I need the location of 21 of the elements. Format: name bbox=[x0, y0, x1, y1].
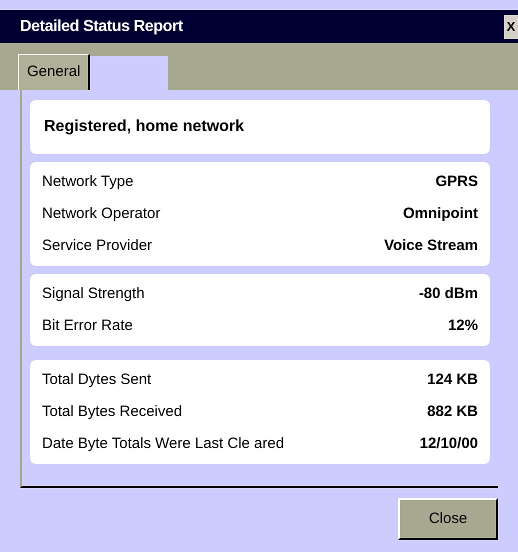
field-value: GPRS bbox=[435, 172, 478, 192]
field-value: 12/10/00 bbox=[420, 434, 478, 454]
field-label: Date Byte Totals Were Last Cle ared bbox=[42, 434, 284, 454]
field-value: 124 KB bbox=[427, 370, 478, 390]
field-value: Omnipoint bbox=[403, 204, 478, 224]
field-label: Bit Error Rate bbox=[42, 316, 133, 336]
field-value: 882 KB bbox=[427, 402, 478, 422]
field-label: Signal Strength bbox=[42, 284, 145, 304]
field-label: Total Dytes Sent bbox=[42, 370, 152, 390]
registration-status: Registered, home network bbox=[44, 117, 244, 137]
close-dialog-button[interactable]: Close bbox=[398, 498, 498, 540]
field-label: Service Provider bbox=[42, 236, 152, 256]
field-label: Total Bytes Received bbox=[42, 402, 182, 422]
field-value: -80 dBm bbox=[418, 284, 478, 304]
title-close-button[interactable]: X bbox=[504, 14, 518, 38]
tab[interactable]: General bbox=[18, 54, 90, 90]
field-label: Network Type bbox=[42, 172, 134, 192]
window-title: Detailed Status Report bbox=[20, 16, 183, 36]
field-value: 12% bbox=[448, 316, 478, 336]
field-value: Voice Stream bbox=[384, 236, 478, 256]
field-label: Network Operator bbox=[42, 204, 160, 224]
